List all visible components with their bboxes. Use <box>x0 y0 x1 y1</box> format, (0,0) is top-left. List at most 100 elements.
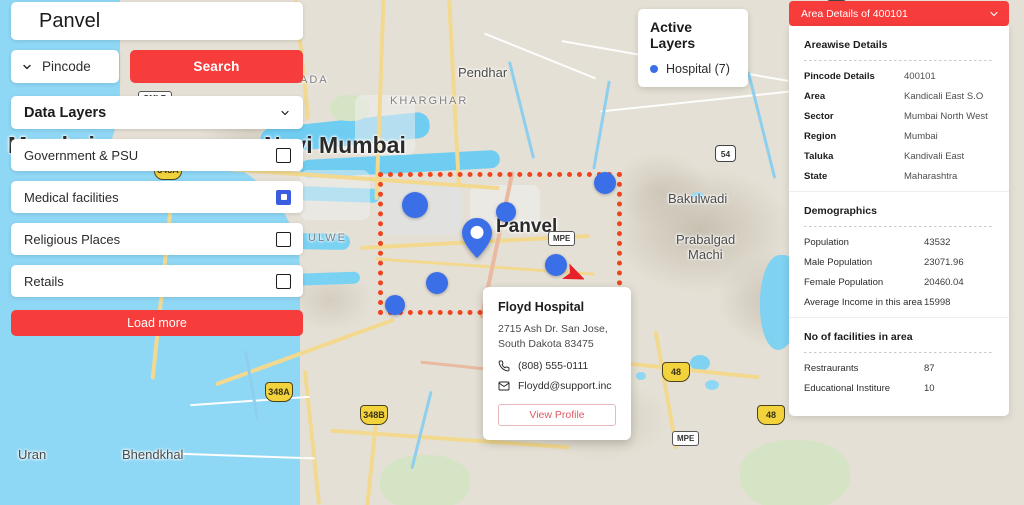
search-button[interactable]: Search <box>130 50 303 83</box>
areawise-row-key: Pincode Details <box>804 71 875 82</box>
demographics-row-key: Female Population <box>804 277 884 288</box>
hospital-info-card: Floyd Hospital 2715 Ash Dr. San Jose, So… <box>483 287 631 441</box>
map-road-minor <box>483 32 597 80</box>
facilities-row-key: Educational Institure <box>804 383 891 394</box>
pincode-dropdown-label: Pincode <box>42 59 91 74</box>
hospital-name: Floyd Hospital <box>498 300 585 314</box>
divider <box>804 226 994 227</box>
search-controls-row: Pincode Search <box>11 50 303 83</box>
pincode-dropdown[interactable]: Pincode <box>11 50 119 83</box>
map-place-label: Prabalgad <box>676 232 736 247</box>
facilities-row: Educational Institure 10 <box>804 383 994 394</box>
map-pond <box>636 372 646 380</box>
facilities-row-value: 10 <box>924 383 935 394</box>
phone-icon <box>498 360 510 372</box>
areawise-row-value: Mumbai North West <box>904 111 988 122</box>
data-layer-label: Government & PSU <box>24 147 139 163</box>
map-stream <box>592 80 611 170</box>
hospital-marker-dot[interactable] <box>594 172 616 194</box>
view-profile-button[interactable]: View Profile <box>498 404 616 427</box>
hospital-marker-dot[interactable] <box>402 192 428 218</box>
load-more-button[interactable]: Load more <box>11 310 303 336</box>
data-layer-item[interactable]: Medical facilities <box>11 181 303 213</box>
data-layer-label: Medical facilities <box>24 189 119 205</box>
areawise-details-list: Pincode Details 400101 Area Kandicali East … <box>804 71 994 182</box>
email-icon <box>498 381 510 391</box>
hospital-marker-dot[interactable] <box>385 295 405 315</box>
demographics-row-key: Population <box>804 237 849 248</box>
map-application: Navi MumbaiMumbaiPanvelPendharKHARGHARUL… <box>0 0 1024 505</box>
areawise-row: Region Mumbai <box>804 131 994 142</box>
demographics-row-key: Male Population <box>804 257 873 268</box>
demographics-list: Population 43532 Male Population 23071.96 Fe… <box>804 237 994 308</box>
hospital-email: Floydd@support.inc <box>518 380 612 393</box>
demographics-row: Population 43532 <box>804 237 994 248</box>
data-layer-item[interactable]: Religious Places <box>11 223 303 255</box>
data-layers-header[interactable]: Data Layers <box>11 96 303 129</box>
facilities-row-key: Restraurants <box>804 363 859 374</box>
areawise-row-key: State <box>804 171 828 182</box>
areawise-row-key: Region <box>804 131 837 142</box>
route-shield-icon: 54 <box>715 145 736 162</box>
search-and-layers-panel: Panvel Pincode Search Data Layers Govern… <box>11 0 303 336</box>
data-layer-checkbox[interactable] <box>276 147 291 163</box>
data-layer-item[interactable]: Retails <box>11 265 303 297</box>
data-layer-checkbox[interactable] <box>276 231 291 247</box>
map-road-minor <box>600 89 800 113</box>
areawise-row: Pincode Details 400101 <box>804 71 994 82</box>
demographics-row-value: 43532 <box>924 237 951 248</box>
demographics-row-value: 15998 <box>924 297 951 308</box>
data-layers-title: Data Layers <box>24 104 107 121</box>
data-layers-list: Government & PSU Medical facilities Religi… <box>11 139 303 297</box>
facilities-row: Restraurants 87 <box>804 363 994 374</box>
search-input-value: Panvel <box>39 9 101 32</box>
demographics-row: Average Income in this area 15998 <box>804 297 994 308</box>
hospital-marker-dot[interactable] <box>496 202 516 222</box>
data-layer-checkbox[interactable] <box>276 273 291 289</box>
divider <box>789 191 1009 192</box>
hospital-marker-dot[interactable] <box>426 272 448 294</box>
map-place-label: Machi <box>688 247 723 262</box>
demographics-row: Female Population 20460.04 <box>804 277 994 288</box>
area-details-header-title: Area Details of 400101 <box>801 7 908 20</box>
areawise-row-value: Kandicali East S.O <box>904 91 984 102</box>
divider <box>804 60 994 61</box>
areawise-row-value: Maharashtra <box>904 171 958 182</box>
active-layers-title: Active Layers <box>650 19 696 51</box>
map-stream <box>746 71 776 179</box>
map-urban-area <box>355 95 415 155</box>
hospital-phone: (808) 555-0111 <box>518 360 589 373</box>
hospital-address-line2: South Dakota 83475 <box>498 338 594 351</box>
map-stream <box>507 61 535 159</box>
area-details-body: Areawise Details Pincode Details 400101 Ar… <box>789 26 1009 416</box>
highway-shield-icon: 348A <box>265 382 293 402</box>
areawise-row: Sector Mumbai North West <box>804 111 994 122</box>
selected-location-pin-icon[interactable] <box>462 218 492 258</box>
map-green-area <box>740 440 850 505</box>
map-place-label: Pendhar <box>458 65 508 80</box>
search-input[interactable]: Panvel <box>11 2 303 40</box>
chevron-down-icon <box>281 110 289 115</box>
hospital-email-row[interactable]: Floydd@support.inc <box>498 380 616 392</box>
map-road <box>365 413 379 505</box>
areawise-row: Taluka Kandivali East <box>804 151 994 162</box>
hospital-address-line1: 2715 Ash Dr. San Jose, <box>498 323 608 335</box>
active-layers-card: Active Layers Hospital (7) <box>638 9 748 87</box>
data-layer-item[interactable]: Government & PSU <box>11 139 303 171</box>
active-layer-entry[interactable]: Hospital (7) <box>650 62 736 76</box>
hospital-phone-row[interactable]: (808) 555-0111 <box>498 360 616 372</box>
map-pond <box>705 380 719 390</box>
chevron-down-icon <box>23 64 31 69</box>
demographics-row-value: 23071.96 <box>924 257 964 268</box>
facilities-row-value: 87 <box>924 363 935 374</box>
facilities-title: No of facilities in area <box>804 331 913 343</box>
areawise-row-key: Taluka <box>804 151 834 162</box>
chevron-down-icon <box>990 11 998 16</box>
data-layer-checkbox[interactable] <box>276 189 291 205</box>
areawise-row: State Maharashtra <box>804 171 994 182</box>
areawise-row: Area Kandicali East S.O <box>804 91 994 102</box>
area-details-header[interactable]: Area Details of 400101 <box>789 1 1009 26</box>
hospital-address: 2715 Ash Dr. San Jose, South Dakota 8347… <box>498 322 616 352</box>
data-layer-label: Religious Places <box>24 231 121 247</box>
map-green-area <box>380 455 470 505</box>
